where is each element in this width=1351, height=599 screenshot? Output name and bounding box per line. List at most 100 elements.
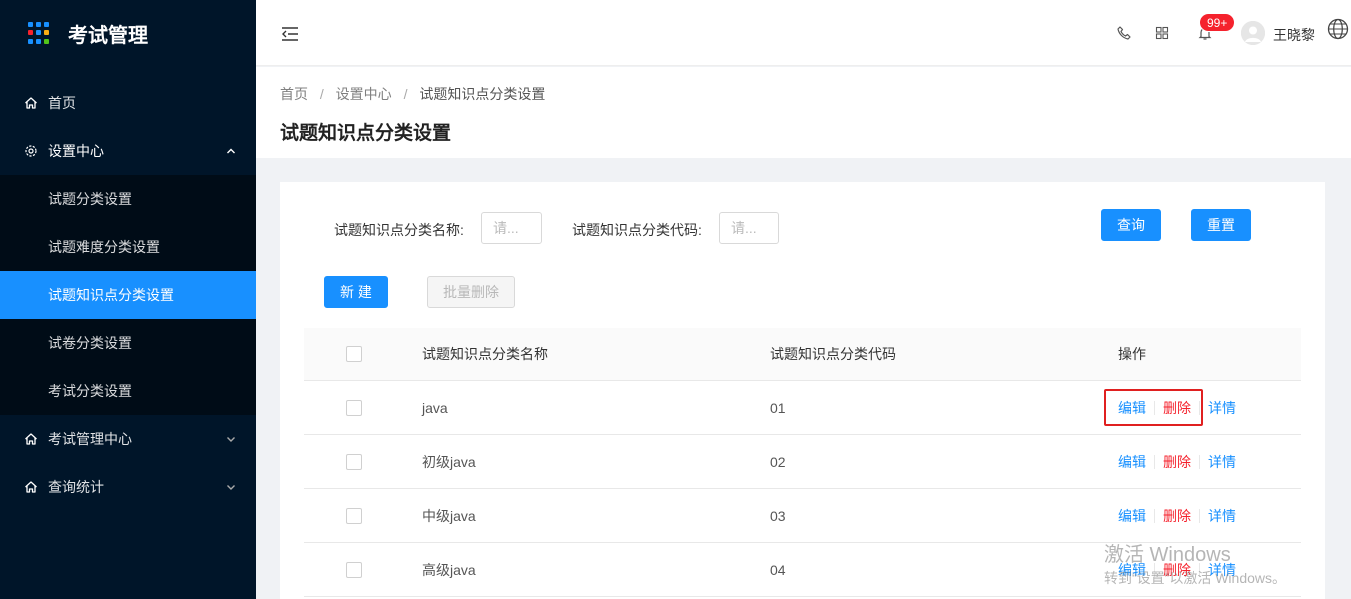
action-divider: [1154, 562, 1155, 577]
apps-icon[interactable]: [1154, 25, 1170, 41]
logo-dot: [28, 30, 33, 36]
delete-link[interactable]: 删除: [1163, 560, 1191, 580]
menu-item-label: 考试管理中心: [48, 431, 132, 447]
logo-dot: [36, 38, 41, 44]
table-row: 高级java 04 编辑 删除 详情: [304, 543, 1301, 597]
gear-icon: [23, 143, 39, 159]
edit-link[interactable]: 编辑: [1118, 398, 1146, 418]
user-avatar-icon: [1241, 21, 1265, 45]
row-actions: 编辑 删除 详情: [1118, 435, 1236, 488]
logo-dot: [36, 22, 41, 27]
edit-link[interactable]: 编辑: [1118, 506, 1146, 526]
breadcrumb-home[interactable]: 首页: [280, 86, 308, 102]
logo-dot: [28, 38, 33, 44]
sidebar-item-exam-category[interactable]: 考试分类设置: [0, 367, 256, 415]
top-header: 99+ 王晓黎: [256, 0, 1351, 66]
edit-link[interactable]: 编辑: [1118, 560, 1146, 580]
page-title: 试题知识点分类设置: [280, 123, 452, 144]
username[interactable]: 王晓黎: [1273, 25, 1315, 45]
settings-submenu: 试题分类设置 试题难度分类设置 试题知识点分类设置 试卷分类设置 考试分类设置: [0, 175, 256, 415]
row-actions: 编辑 删除 详情: [1118, 543, 1236, 596]
code-filter-label: 试题知识点分类代码:: [572, 222, 702, 238]
avatar[interactable]: [1241, 21, 1265, 45]
breadcrumb-separator: /: [319, 86, 324, 102]
action-divider: [1199, 562, 1200, 577]
delete-link[interactable]: 删除: [1163, 398, 1191, 418]
new-button[interactable]: 新 建: [324, 276, 388, 308]
sidebar: 考试管理 首页 设置中心 试题分类设置 试题难度分类设置 试题知识点分类设置 试…: [0, 0, 256, 599]
row-actions: 编辑 删除 详情: [1118, 489, 1236, 542]
name-filter-input[interactable]: [481, 212, 542, 244]
app-title: 考试管理: [68, 24, 148, 47]
logo[interactable]: 考试管理: [0, 0, 256, 66]
detail-link[interactable]: 详情: [1208, 560, 1236, 580]
menu-item-label: 首页: [48, 95, 76, 111]
delete-link[interactable]: 删除: [1163, 452, 1191, 472]
home-icon: [23, 479, 39, 495]
menu-item-query-stats[interactable]: 查询统计: [0, 463, 256, 511]
detail-link[interactable]: 详情: [1208, 506, 1236, 526]
menu-fold-icon[interactable]: [280, 25, 300, 43]
row-code: 02: [770, 453, 786, 470]
row-checkbox-cell: [346, 381, 362, 434]
select-all-checkbox[interactable]: [346, 346, 362, 362]
phone-icon[interactable]: [1116, 25, 1132, 41]
breadcrumb-settings[interactable]: 设置中心: [336, 86, 392, 102]
menu-item-settings[interactable]: 设置中心: [0, 127, 256, 175]
home-icon: [23, 431, 39, 447]
query-button[interactable]: 查询: [1101, 209, 1161, 241]
delete-link[interactable]: 删除: [1163, 506, 1191, 526]
column-header-code: 试题知识点分类代码: [770, 346, 896, 362]
logo-dot: [44, 22, 49, 27]
sidebar-item-knowledge-point[interactable]: 试题知识点分类设置: [0, 271, 256, 319]
sidebar-item-paper-category[interactable]: 试卷分类设置: [0, 319, 256, 367]
name-filter-label: 试题知识点分类名称:: [334, 222, 464, 238]
batch-delete-button[interactable]: 批量删除: [427, 276, 515, 308]
row-checkbox-cell: [346, 489, 362, 542]
row-checkbox-cell: [346, 543, 362, 596]
detail-link[interactable]: 详情: [1208, 452, 1236, 472]
row-code: 03: [770, 507, 786, 524]
chevron-down-icon: [227, 485, 235, 490]
row-checkbox[interactable]: [346, 453, 362, 470]
detail-link[interactable]: 详情: [1208, 398, 1236, 418]
menu-item-home[interactable]: 首页: [0, 79, 256, 127]
row-name: java: [422, 399, 448, 416]
row-code: 04: [770, 561, 786, 578]
menu-item-label: 查询统计: [48, 479, 104, 495]
action-divider: [1199, 400, 1200, 415]
globe-icon[interactable]: [1327, 18, 1349, 40]
row-checkbox-cell: [346, 435, 362, 488]
row-name: 中级java: [422, 507, 476, 524]
table-row: 初级java 02 编辑 删除 详情: [304, 435, 1301, 489]
side-menu: 首页 设置中心 试题分类设置 试题难度分类设置 试题知识点分类设置 试卷分类设置…: [0, 79, 256, 511]
action-divider: [1154, 454, 1155, 469]
chevron-down-icon: [227, 437, 235, 442]
data-table: 试题知识点分类名称 试题知识点分类代码 操作 java 01 编辑 删除 详情 初级…: [304, 328, 1301, 597]
page-header: 首页 / 设置中心 / 试题知识点分类设置 试题知识点分类设置: [256, 67, 1351, 158]
breadcrumb-separator: /: [403, 86, 408, 102]
logo-dot: [28, 22, 33, 27]
menu-item-label: 设置中心: [48, 143, 104, 159]
chevron-up-icon: [227, 148, 235, 154]
row-name: 高级java: [422, 561, 476, 578]
app-grid-logo-icon: [28, 22, 50, 44]
header-checkbox-cell: [346, 328, 362, 380]
action-divider: [1199, 508, 1200, 523]
column-header-name: 试题知识点分类名称: [422, 346, 548, 362]
reset-button[interactable]: 重置: [1191, 209, 1251, 241]
row-checkbox[interactable]: [346, 399, 362, 416]
column-header-ops: 操作: [1118, 346, 1146, 362]
edit-link[interactable]: 编辑: [1118, 452, 1146, 472]
action-divider: [1154, 400, 1155, 415]
sidebar-item-question-difficulty[interactable]: 试题难度分类设置: [0, 223, 256, 271]
code-filter-input[interactable]: [719, 212, 779, 244]
sidebar-item-question-category[interactable]: 试题分类设置: [0, 175, 256, 223]
content-card: 试题知识点分类名称: 试题知识点分类代码: 查询 重置 新 建 批量删除 试题知…: [280, 182, 1325, 599]
menu-item-exam-management[interactable]: 考试管理中心: [0, 415, 256, 463]
row-checkbox[interactable]: [346, 561, 362, 578]
table-row: 中级java 03 编辑 删除 详情: [304, 489, 1301, 543]
row-checkbox[interactable]: [346, 507, 362, 524]
row-code: 01: [770, 399, 786, 416]
table-header: 试题知识点分类名称 试题知识点分类代码 操作: [304, 328, 1301, 381]
